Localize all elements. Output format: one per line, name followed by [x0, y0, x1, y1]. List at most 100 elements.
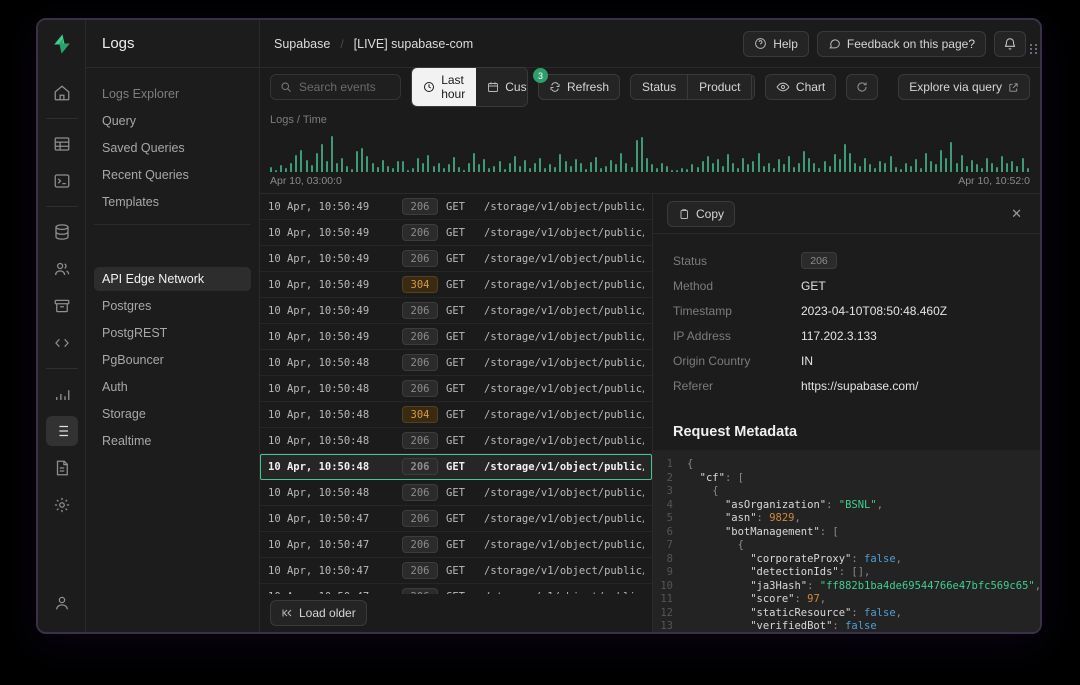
breadcrumb-project[interactable]: [LIVE] supabase-com — [354, 37, 474, 51]
log-method: GET — [446, 201, 476, 213]
explore-via-query-button[interactable]: Explore via query — [898, 74, 1030, 100]
code-token — [687, 580, 750, 592]
table-editor-icon[interactable] — [46, 129, 78, 159]
copy-button[interactable]: Copy — [667, 201, 735, 227]
log-detail-panel: Copy ✕ Status206MethodGETTimestamp2023-0… — [652, 194, 1040, 632]
supabase-logo[interactable] — [38, 20, 86, 68]
table-row[interactable]: 10 Apr, 10:50:49206GET/storage/v1/object… — [260, 194, 652, 220]
nav-item-auth[interactable]: Auth — [94, 375, 251, 399]
detail-field-value: 2023-04-10T08:50:48.460Z — [801, 304, 947, 318]
docs-icon[interactable] — [46, 453, 78, 483]
chart-bar — [890, 156, 892, 172]
search-events-box[interactable] — [270, 74, 401, 100]
nav-item-api-edge-network[interactable]: API Edge Network — [94, 267, 251, 291]
window-drag-handle[interactable] — [1030, 44, 1040, 54]
chart-bar — [412, 168, 414, 172]
nav-item-recent-queries[interactable]: Recent Queries — [94, 163, 251, 187]
account-icon[interactable] — [46, 588, 78, 618]
nav-item-saved-queries[interactable]: Saved Queries — [94, 136, 251, 160]
detail-field-label: Referer — [673, 379, 801, 393]
table-row[interactable]: 10 Apr, 10:50:48304GET/storage/v1/object… — [260, 402, 652, 428]
notifications-bell-button[interactable] — [994, 31, 1026, 57]
settings-gear-icon[interactable] — [46, 490, 78, 520]
database-icon[interactable] — [46, 217, 78, 247]
reports-icon[interactable] — [46, 379, 78, 409]
load-older-button[interactable]: Load older — [270, 600, 367, 626]
status-badge: 206 — [402, 224, 438, 241]
chart-bars[interactable] — [270, 134, 1030, 172]
chart-bar — [427, 155, 429, 172]
code-line: 8 "corporateProxy": false, — [653, 553, 1040, 567]
close-icon[interactable]: ✕ — [1007, 202, 1026, 226]
table-row[interactable]: 10 Apr, 10:50:49206GET/storage/v1/object… — [260, 246, 652, 272]
status-badge: 206 — [402, 432, 438, 449]
table-row[interactable]: 10 Apr, 10:50:47206GET/storage/v1/object… — [260, 532, 652, 558]
filter-product-button[interactable]: Product — [687, 75, 751, 99]
new-logs-count-badge: 3 — [533, 68, 548, 83]
nav-item-postgrest[interactable]: PostgREST — [94, 321, 251, 345]
log-method: GET — [446, 279, 476, 291]
table-row[interactable]: 10 Apr, 10:50:49206GET/storage/v1/object… — [260, 298, 652, 324]
calendar-icon — [487, 81, 499, 93]
sql-editor-icon[interactable] — [46, 166, 78, 196]
custom-range-button[interactable]: Custom — [476, 68, 528, 106]
log-timestamp: 10 Apr, 10:50:48 — [268, 357, 394, 369]
table-row[interactable]: 10 Apr, 10:50:49206GET/storage/v1/object… — [260, 324, 652, 350]
line-number: 1 — [653, 458, 687, 472]
line-number: 7 — [653, 539, 687, 553]
nav-item-templates[interactable]: Templates — [94, 190, 251, 214]
auth-users-icon[interactable] — [46, 254, 78, 284]
chart-bar — [326, 161, 328, 172]
search-input[interactable] — [299, 80, 391, 94]
table-row[interactable]: 10 Apr, 10:50:47206GET/storage/v1/object… — [260, 558, 652, 584]
logs-toolbar: Last hour Custom 3 Refresh Status Produc… — [260, 68, 1040, 106]
detail-fields: Status206MethodGETTimestamp2023-04-10T08… — [653, 234, 1040, 408]
nav-item-postgres[interactable]: Postgres — [94, 294, 251, 318]
nav-item-realtime[interactable]: Realtime — [94, 429, 251, 453]
table-row[interactable]: 10 Apr, 10:50:48206GET/storage/v1/object… — [260, 454, 652, 480]
table-row[interactable]: 10 Apr, 10:50:49304GET/storage/v1/object… — [260, 272, 652, 298]
nav-item-storage[interactable]: Storage — [94, 402, 251, 426]
help-button[interactable]: Help — [743, 31, 809, 57]
feedback-button[interactable]: Feedback on this page? — [817, 31, 986, 57]
chart-bar — [905, 163, 907, 172]
refresh-button[interactable]: Refresh — [538, 74, 620, 100]
breadcrumb-org[interactable]: Supabase — [274, 37, 330, 51]
filter-status-button[interactable]: Status — [631, 75, 687, 99]
chart-bar — [945, 158, 947, 172]
table-row[interactable]: 10 Apr, 10:50:47206GET/storage/v1/object… — [260, 584, 652, 594]
code-token: : — [851, 553, 864, 565]
code-line: 10 "ja3Hash": "ff882b1ba4de69544766e47bf… — [653, 580, 1040, 594]
rewind-icon — [281, 607, 293, 619]
table-row[interactable]: 10 Apr, 10:50:48206GET/storage/v1/object… — [260, 480, 652, 506]
status-badge: 206 — [402, 484, 438, 501]
chart-bar — [991, 163, 993, 172]
code-content: "corporateProxy": false, — [687, 553, 902, 567]
edge-functions-icon[interactable] — [46, 328, 78, 358]
storage-icon[interactable] — [46, 291, 78, 321]
home-icon[interactable] — [46, 78, 78, 108]
nav-item-logs-explorer[interactable]: Logs Explorer — [94, 82, 251, 106]
nav-item-pgbouncer[interactable]: PgBouncer — [94, 348, 251, 372]
last-hour-button[interactable]: Last hour — [412, 68, 476, 106]
chart-bar — [306, 160, 308, 172]
chart-toggle-button[interactable]: Chart — [765, 74, 836, 100]
logs-icon[interactable] — [46, 416, 78, 446]
table-row[interactable]: 10 Apr, 10:50:49206GET/storage/v1/object… — [260, 220, 652, 246]
table-row[interactable]: 10 Apr, 10:50:47206GET/storage/v1/object… — [260, 506, 652, 532]
chart-bar — [641, 137, 643, 172]
nav-item-query[interactable]: Query — [94, 109, 251, 133]
code-token: "asOrganization" — [725, 499, 826, 511]
filter-method-button[interactable]: Method — [751, 75, 754, 99]
rail-divider — [46, 368, 78, 369]
table-row[interactable]: 10 Apr, 10:50:48206GET/storage/v1/object… — [260, 428, 652, 454]
table-row[interactable]: 10 Apr, 10:50:48206GET/storage/v1/object… — [260, 350, 652, 376]
cycle-button[interactable] — [846, 74, 878, 100]
log-path: /storage/v1/object/public/videos/docs/du… — [484, 513, 644, 525]
chart-bar — [514, 156, 516, 172]
chart-bar — [884, 163, 886, 172]
code-token: : — [807, 580, 820, 592]
table-row[interactable]: 10 Apr, 10:50:48206GET/storage/v1/object… — [260, 376, 652, 402]
code-token: : — [851, 607, 864, 619]
chart-bar — [417, 158, 419, 172]
